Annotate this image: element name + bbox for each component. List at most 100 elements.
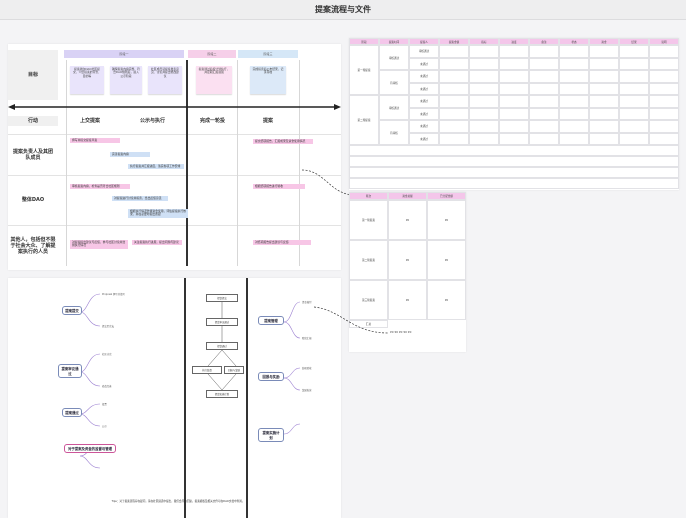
task-bar[interactable]: 提交结项报告，汇报成果及资金使用情况 [253, 139, 313, 145]
task-bar[interactable]: 根据执行情况监督资金使用，评估提案执行效果，并在必要时提出质疑 [128, 209, 188, 218]
table-cell[interactable] [469, 45, 499, 58]
table-cell[interactable] [529, 70, 559, 83]
group-cell: 第一轮提案 [349, 45, 379, 95]
table-cell[interactable] [559, 107, 589, 120]
table-cell[interactable] [529, 45, 559, 58]
table-cell[interactable] [559, 95, 589, 108]
task-bar[interactable]: 对提案进行讨论并投票，给出反馈意见 [112, 196, 168, 202]
table-cell[interactable] [439, 57, 469, 70]
table-cell[interactable] [649, 120, 679, 133]
table-cell[interactable] [529, 107, 559, 120]
table-cell[interactable] [529, 132, 559, 145]
table-cell[interactable] [499, 45, 529, 58]
table-cell[interactable] [619, 82, 649, 95]
table-cell[interactable] [439, 45, 469, 58]
table-cell[interactable] [439, 107, 469, 120]
table-cell[interactable] [589, 82, 619, 95]
table-cell[interactable] [589, 57, 619, 70]
table-cell[interactable] [559, 70, 589, 83]
sticky-note[interactable]: 确保提案内容完整、符合DAO规则后，进入公示阶段 [110, 66, 142, 94]
task-bar[interactable]: 根据结项报告进行验收 [253, 184, 305, 190]
table-cell[interactable] [649, 70, 679, 83]
board-canvas[interactable]: 阶段一 阶段二 阶段三 目标 行动 提案负责人及其团队成员 整体DAO 其他人，… [0, 20, 686, 518]
table-cell[interactable] [499, 95, 529, 108]
table-cell[interactable] [529, 120, 559, 133]
table-cell[interactable] [439, 82, 469, 95]
table-cell[interactable] [619, 132, 649, 145]
table-cell[interactable] [649, 82, 679, 95]
process-box[interactable]: 提案通过 [206, 342, 238, 350]
task-bar[interactable]: 对结项报告提出建议与反馈 [253, 240, 311, 246]
sticky-note[interactable]: 提案者向DAO社区提交，介绍提案的背景、目的等 [70, 66, 104, 94]
task-bar[interactable]: 对提案提出建议与反馈，参与社区讨论并监督执行情况 [70, 240, 128, 249]
process-box[interactable]: 执行监督 [192, 366, 222, 374]
proposal-tracking-table[interactable]: 阶段 提案时间 提案人 提案金额 指标 进度 备注 状态 资金 结果 说明 第一… [349, 38, 679, 190]
table-cell[interactable] [559, 82, 589, 95]
process-box[interactable]: 提案提交 [206, 294, 238, 302]
mind-node[interactable]: 回报与奖励 [258, 372, 284, 381]
table-cell[interactable] [469, 132, 499, 145]
table-cell[interactable] [559, 132, 589, 145]
table-cell[interactable] [619, 120, 649, 133]
table-row-label: 未通过 [409, 120, 439, 133]
mind-node[interactable]: 提案实施计划 [258, 428, 284, 442]
swimlane-flowchart[interactable]: 阶段一 阶段二 阶段三 目标 行动 提案负责人及其团队成员 整体DAO 其他人，… [8, 44, 341, 270]
sticky-note[interactable]: 提案通过后按计划执行，并定期汇报进展 [196, 66, 232, 94]
table-cell[interactable] [619, 107, 649, 120]
mind-node[interactable]: 提案通过 [62, 408, 82, 417]
table-cell[interactable] [589, 132, 619, 145]
table-cell[interactable] [499, 82, 529, 95]
table-cell[interactable] [529, 57, 559, 70]
mind-node[interactable]: 提案提交 [62, 306, 82, 315]
table-cell[interactable] [439, 120, 469, 133]
table-cell[interactable] [619, 70, 649, 83]
mind-node[interactable]: 对于提案及资金的监督与管理 [64, 444, 116, 453]
table-cell[interactable] [529, 95, 559, 108]
mind-node[interactable]: 提案审议通过 [58, 364, 82, 378]
table-cell[interactable] [619, 45, 649, 58]
task-bar[interactable]: 审核提案内容，检查是否符合社区规则 [70, 184, 130, 190]
table-cell[interactable] [619, 95, 649, 108]
table-cell[interactable] [559, 120, 589, 133]
table-cell[interactable] [589, 45, 619, 58]
task-bar[interactable]: 完善提案内容 [110, 152, 150, 158]
table-cell[interactable] [469, 95, 499, 108]
process-box[interactable]: 提案实施计划 [206, 390, 238, 398]
table-cell[interactable] [649, 132, 679, 145]
table-cell[interactable] [499, 132, 529, 145]
table-cell[interactable] [559, 45, 589, 58]
table-cell[interactable] [469, 82, 499, 95]
table-cell[interactable] [499, 120, 529, 133]
table-cell[interactable] [499, 107, 529, 120]
sticky-note[interactable]: 完成投票后公布结果，记录存档 [250, 66, 286, 94]
table-cell[interactable] [649, 45, 679, 58]
table-cell[interactable] [649, 107, 679, 120]
table-cell[interactable] [469, 107, 499, 120]
sticky-note[interactable]: 社区成员就提案发表意见、讨论并提出修改建议 [148, 66, 182, 94]
mind-map-panel[interactable]: 提案提交 提案审议通过 提案通过 对于提案及资金的监督与管理 提案管理 回报与奖… [8, 278, 341, 518]
table-cell[interactable] [589, 107, 619, 120]
table-cell[interactable] [589, 120, 619, 133]
table-cell[interactable] [649, 95, 679, 108]
table-cell[interactable] [499, 57, 529, 70]
table-cell[interactable] [529, 82, 559, 95]
table-cell[interactable] [589, 70, 619, 83]
table-cell[interactable] [469, 70, 499, 83]
table-cell[interactable] [469, 57, 499, 70]
table-cell[interactable] [559, 57, 589, 70]
task-bar[interactable]: 关注提案执行进展，提出问题与建议 [132, 240, 182, 246]
process-box[interactable]: 回报与奖励 [224, 366, 244, 374]
process-box[interactable]: 提案审议通过 [206, 318, 238, 326]
task-bar[interactable]: 撰写并提交提案草案 [70, 138, 120, 144]
table-cell[interactable] [469, 120, 499, 133]
task-bar[interactable]: 执行提案并汇报进度，落实各项工作安排 [128, 164, 184, 170]
table-cell[interactable] [439, 132, 469, 145]
table-cell[interactable] [439, 95, 469, 108]
table-cell[interactable] [619, 57, 649, 70]
table-cell[interactable] [649, 57, 679, 70]
table-cell[interactable] [499, 70, 529, 83]
table-cell[interactable] [589, 95, 619, 108]
table-cell[interactable] [439, 70, 469, 83]
row-label-dao: 整体DAO [21, 197, 45, 203]
mind-node[interactable]: 提案管理 [258, 316, 284, 325]
